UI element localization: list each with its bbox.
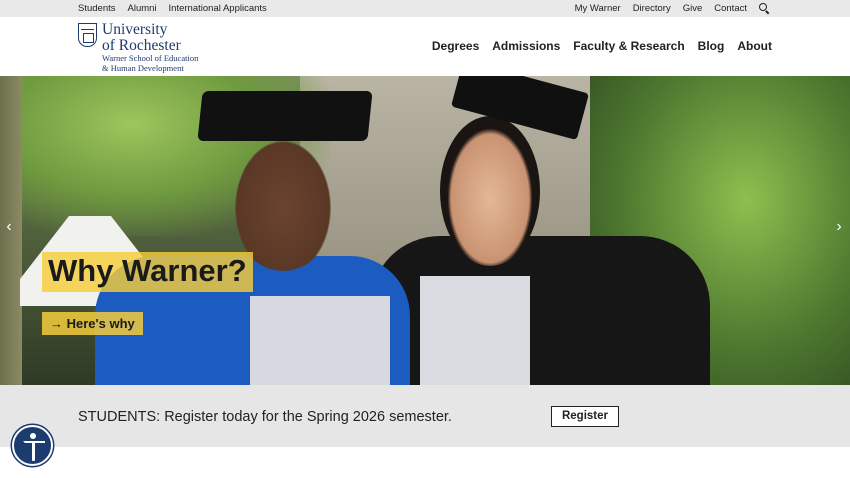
utility-link-directory[interactable]: Directory	[633, 3, 671, 14]
hero-photo-graduate-left-face	[228, 131, 338, 271]
banner-message: STUDENTS: Register today for the Spring …	[78, 409, 452, 425]
utility-link-my-warner[interactable]: My Warner	[575, 3, 621, 14]
register-button[interactable]: Register	[551, 406, 619, 427]
university-shield-icon	[78, 23, 97, 47]
hero-banner: ‹ › Why Warner? → Here's why	[0, 76, 850, 385]
utility-left-links: Students Alumni International Applicants	[78, 3, 267, 14]
registration-banner: STUDENTS: Register today for the Spring …	[0, 385, 850, 447]
nav-blog[interactable]: Blog	[698, 39, 725, 53]
accessibility-figure	[32, 441, 35, 461]
nav-about[interactable]: About	[737, 39, 772, 53]
nav-admissions[interactable]: Admissions	[492, 39, 560, 53]
carousel-next-arrow-icon[interactable]: ›	[832, 217, 846, 237]
main-nav: Degrees Admissions Faculty & Research Bl…	[432, 39, 772, 53]
logo-line-4: & Human Development	[102, 62, 184, 73]
utility-link-contact[interactable]: Contact	[714, 3, 747, 14]
logo-line-2: of Rochester	[102, 36, 181, 54]
logo-line-3: Warner School of Education	[102, 53, 199, 63]
hero-photo-graduate-left-cap	[197, 91, 373, 141]
search-icon[interactable]	[759, 3, 770, 14]
nav-degrees[interactable]: Degrees	[432, 39, 479, 53]
heres-why-button[interactable]: → Here's why	[42, 312, 143, 335]
hero-photo-graduate-right-shirt	[420, 276, 530, 385]
carousel-prev-arrow-icon[interactable]: ‹	[2, 217, 16, 237]
utility-link-students[interactable]: Students	[78, 3, 116, 14]
hero-photo-graduate-left-shirt	[250, 296, 390, 385]
nav-faculty-research[interactable]: Faculty & Research	[573, 39, 684, 53]
logo-line-1: University	[102, 21, 168, 38]
utility-link-international-applicants[interactable]: International Applicants	[169, 3, 267, 14]
logo[interactable]: University of Rochester Warner School of…	[78, 22, 198, 72]
accessibility-icon[interactable]	[12, 425, 53, 466]
logo-text: University of Rochester Warner School of…	[102, 22, 198, 72]
site-header: University of Rochester Warner School of…	[0, 17, 850, 76]
utility-right-links: My Warner Directory Give Contact	[575, 3, 770, 14]
utility-link-alumni[interactable]: Alumni	[128, 3, 157, 14]
hero-title: Why Warner?	[42, 252, 253, 292]
utility-bar: Students Alumni International Applicants…	[0, 0, 850, 17]
hero-photo-graduate-right-face	[440, 116, 540, 266]
utility-link-give[interactable]: Give	[683, 3, 703, 14]
